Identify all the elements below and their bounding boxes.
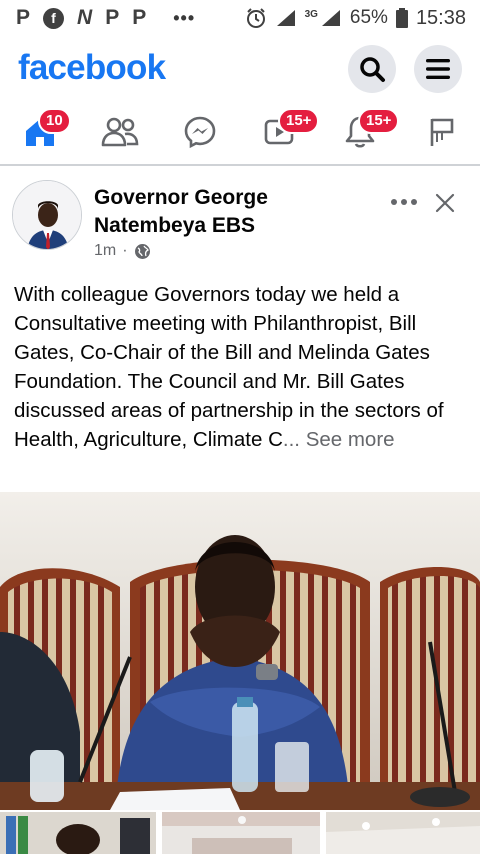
post-author-name[interactable]: Governor George Natembeya EBS	[94, 184, 354, 240]
photo-thumbnail[interactable]	[326, 812, 480, 854]
thumbnail-image	[326, 812, 480, 854]
post-meta: 1m ·	[94, 242, 151, 260]
hide-post-button[interactable]	[430, 188, 460, 218]
battery-percent: 65%	[349, 7, 388, 28]
tab-pages[interactable]	[412, 100, 472, 164]
notifications-badge: 15+	[358, 108, 400, 134]
thumbnail-image	[0, 812, 156, 854]
clock: 15:38	[415, 6, 466, 29]
status-bar: P f N P P ••• 3G 65% 15:38	[0, 0, 480, 36]
meta-separator: ·	[122, 242, 128, 259]
post-photo[interactable]	[0, 492, 480, 810]
post-time[interactable]: 1m	[94, 242, 116, 260]
more-notifications-icon: •••	[173, 7, 196, 28]
p-app-icon: P	[132, 6, 147, 29]
messenger-icon	[184, 116, 216, 149]
tab-watch[interactable]: 15+	[250, 100, 320, 164]
cell-signal-icon	[321, 10, 340, 26]
menu-icon	[426, 59, 450, 79]
more-horizontal-icon	[391, 199, 417, 205]
post-text: With colleague Governors today we held a…	[14, 280, 468, 454]
photo-thumbnail[interactable]	[162, 812, 320, 854]
tab-friends[interactable]	[90, 100, 150, 164]
meeting-photo	[0, 492, 480, 810]
tab-notifications[interactable]: 15+	[330, 100, 400, 164]
facebook-logo[interactable]: facebook	[18, 48, 166, 88]
menu-button[interactable]	[414, 45, 462, 93]
wifi-signal-icon	[276, 10, 295, 26]
flag-icon	[430, 118, 454, 146]
main-nav: 10 15+ 15+	[0, 100, 480, 166]
post-options-button[interactable]	[386, 188, 422, 216]
tab-home[interactable]: 10	[10, 100, 71, 164]
globe-icon	[134, 243, 150, 259]
facebook-notification-icon: f	[43, 7, 65, 29]
watch-badge: 15+	[278, 108, 320, 134]
tab-messenger[interactable]	[170, 100, 230, 164]
thumbnail-image	[162, 812, 320, 854]
p-app-icon: P	[105, 6, 120, 29]
close-icon	[435, 193, 455, 213]
home-badge: 10	[38, 108, 71, 134]
alarm-icon	[246, 8, 265, 28]
post-body: With colleague Governors today we held a…	[14, 283, 444, 451]
post-ellipsis: ...	[282, 428, 300, 451]
author-avatar[interactable]	[12, 180, 82, 250]
photo-thumbnail[interactable]	[0, 812, 156, 854]
author-photo	[13, 181, 81, 249]
friends-icon	[101, 117, 139, 147]
photo-thumbnails	[0, 812, 480, 854]
search-icon	[360, 57, 385, 82]
p-app-icon: P	[16, 6, 31, 29]
news-app-icon: N	[77, 6, 93, 29]
app-header: facebook	[0, 36, 480, 100]
network-type: 3G	[304, 8, 318, 20]
search-button[interactable]	[348, 45, 396, 93]
see-more-link[interactable]: See more	[306, 428, 395, 451]
battery-icon	[395, 8, 408, 28]
